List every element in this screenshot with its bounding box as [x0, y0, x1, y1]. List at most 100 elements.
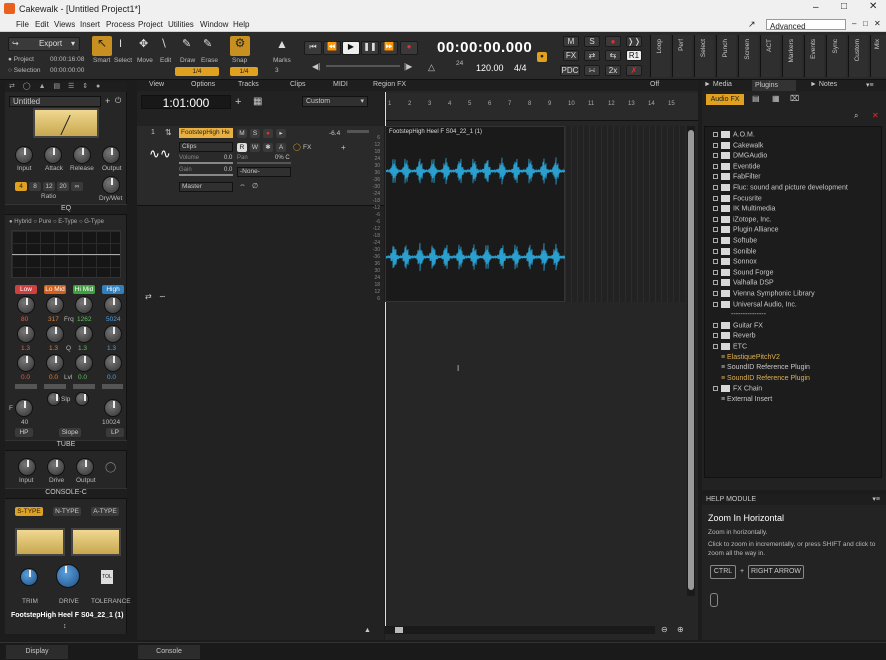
zoom-out-icon[interactable]: ⊖ — [661, 625, 668, 634]
tree-folder[interactable]: A.O.M. — [713, 131, 755, 138]
minimize-doc-icon[interactable]: – — [852, 19, 856, 28]
hp-slope-knob[interactable] — [47, 392, 61, 406]
read-automation-button[interactable]: R — [237, 143, 247, 152]
marks-value[interactable]: 3 — [275, 67, 279, 74]
ratio-20-button[interactable]: 20 — [57, 182, 69, 191]
track-echo-button[interactable]: ▸ — [276, 129, 286, 138]
tab-select[interactable]: Select — [694, 35, 714, 77]
tree-folder[interactable]: Sonible — [713, 247, 756, 255]
menu-midi[interactable]: MIDI — [333, 81, 348, 88]
expand-icon[interactable] — [713, 238, 718, 243]
close-icon[interactable]: ✕ — [869, 1, 877, 12]
tree-folder[interactable]: Focusrite — [713, 194, 762, 202]
tree-folder[interactable]: FabFilter — [713, 173, 761, 181]
high-q-knob[interactable] — [104, 325, 122, 343]
low-gain-knob[interactable] — [17, 354, 35, 372]
menu-window[interactable]: Window — [200, 20, 228, 29]
snap-button[interactable]: ⚙ — [230, 36, 250, 56]
marks-icon[interactable]: ▲ — [276, 37, 288, 51]
tube-output-knob[interactable] — [76, 458, 94, 476]
resize-handle-icon[interactable]: ↕ — [63, 623, 67, 630]
track-solo-button[interactable]: S — [250, 129, 260, 138]
console-tab[interactable]: Console — [138, 645, 200, 659]
tree-folder[interactable]: iZotope, Inc. — [713, 215, 772, 223]
menu-view[interactable]: View — [149, 81, 164, 88]
n-type-button[interactable]: N-TYPE — [53, 507, 81, 516]
display-tab[interactable]: Display — [6, 645, 68, 659]
maximize-icon[interactable]: □ — [841, 1, 847, 12]
fx-power-icon[interactable]: ◯ — [293, 143, 301, 151]
low-q-knob[interactable] — [17, 325, 35, 343]
tree-folder[interactable]: IK Multimedia — [713, 205, 775, 213]
tree-folder[interactable]: Guitar FX — [713, 321, 763, 329]
tab-perf[interactable]: Perf — [672, 35, 692, 77]
tree-folder[interactable]: Vienna Symphonic Library — [713, 290, 815, 297]
transport-mode-button[interactable]: ● — [537, 52, 547, 62]
himid-q-knob[interactable] — [75, 325, 93, 343]
high-freq-knob[interactable] — [104, 296, 122, 314]
reset-button[interactable]: ✗ — [626, 65, 642, 76]
instruments-icon[interactable]: ▤ — [752, 94, 760, 103]
restore-doc-icon[interactable]: □ — [863, 19, 868, 28]
expand-icon[interactable] — [713, 301, 718, 307]
edit-tool-icon[interactable]: ∖ — [160, 37, 167, 50]
gain-slider[interactable] — [179, 174, 233, 176]
menu-views[interactable]: Views — [54, 20, 75, 29]
tree-folder[interactable]: Plugin Alliance — [713, 226, 779, 234]
tab-sync[interactable]: Sync — [826, 35, 846, 77]
freeze-button[interactable]: ✱ — [263, 143, 273, 152]
eq-graph[interactable] — [11, 230, 121, 278]
eq-mode-pure[interactable]: ○ Pure — [33, 219, 51, 225]
ratio-12-button[interactable]: 12 — [43, 182, 55, 191]
menu-options[interactable]: Options — [191, 81, 215, 88]
expand-icon[interactable] — [713, 142, 718, 148]
output-knob[interactable] — [102, 146, 120, 164]
menu-file[interactable]: File — [16, 20, 29, 29]
tab-notes[interactable]: ► Notes — [810, 81, 837, 88]
tab-plugins[interactable]: Plugins — [752, 80, 796, 91]
arm-all-button[interactable]: ● — [605, 36, 621, 47]
tab-media[interactable]: ► Media — [704, 81, 732, 88]
archive-button[interactable]: A — [276, 143, 286, 152]
tree-folder[interactable]: Fluc: sound and picture development — [713, 184, 848, 191]
close-doc-icon[interactable]: ✕ — [874, 19, 881, 28]
close-search-icon[interactable]: ✕ — [872, 111, 879, 120]
tree-folder[interactable]: ETC — [713, 343, 747, 350]
dim-button[interactable]: ∺ — [584, 65, 600, 76]
expand-icon[interactable] — [713, 153, 718, 159]
tube-input-knob[interactable] — [18, 458, 36, 476]
panel-options-icon[interactable]: ▾≡ — [872, 494, 880, 505]
tree-folder[interactable]: FX Chain — [713, 385, 762, 393]
collapse-lanes-icon[interactable]: ⇄ — [145, 292, 152, 301]
export-button[interactable]: ↪ Export ▾ — [8, 37, 80, 51]
eq-band-lomid[interactable]: Lo Mid — [44, 285, 66, 294]
clips-select[interactable]: Clips — [179, 142, 233, 152]
volume-slider[interactable] — [179, 162, 233, 164]
tree-folder[interactable]: Reverb — [713, 332, 756, 340]
bounce-button[interactable]: ⇄ — [584, 50, 600, 61]
expand-icon[interactable] — [713, 195, 718, 201]
back-button[interactable]: ⏪ — [323, 41, 341, 55]
hp-freq-knob[interactable] — [15, 399, 33, 417]
track-arm-button[interactable]: ● — [263, 129, 273, 138]
himid-freq-knob[interactable] — [75, 296, 93, 314]
tab-custom[interactable]: Custom — [848, 35, 868, 77]
horizontal-scrollbar[interactable] — [385, 626, 655, 634]
expand-icon[interactable] — [713, 132, 718, 137]
layout-icon[interactable]: ▦ — [772, 94, 780, 103]
menu-project[interactable]: Project — [138, 20, 163, 29]
lp-freq-knob[interactable] — [104, 399, 122, 417]
tree-plugin[interactable]: ≡ SoundID Reference Plugin — [713, 364, 810, 371]
loop-end-icon[interactable]: |▶ — [404, 62, 412, 71]
menu-process[interactable]: Process — [106, 20, 135, 29]
expand-icon[interactable]: ↗ — [748, 19, 756, 30]
expand-icon[interactable] — [713, 174, 718, 180]
tolerance-switch[interactable]: TOL — [101, 570, 113, 584]
expand-icon[interactable] — [713, 269, 718, 275]
zoom-in-icon[interactable]: ⊕ — [677, 625, 684, 634]
erase-tool-icon[interactable]: ✎ — [203, 37, 212, 50]
ratio-inf-button[interactable]: ∞ — [71, 182, 83, 191]
menu-insert[interactable]: Insert — [80, 20, 100, 29]
tube-drive-knob[interactable] — [47, 458, 65, 476]
eq-mode-etype[interactable]: ○ E-Type — [53, 219, 77, 225]
